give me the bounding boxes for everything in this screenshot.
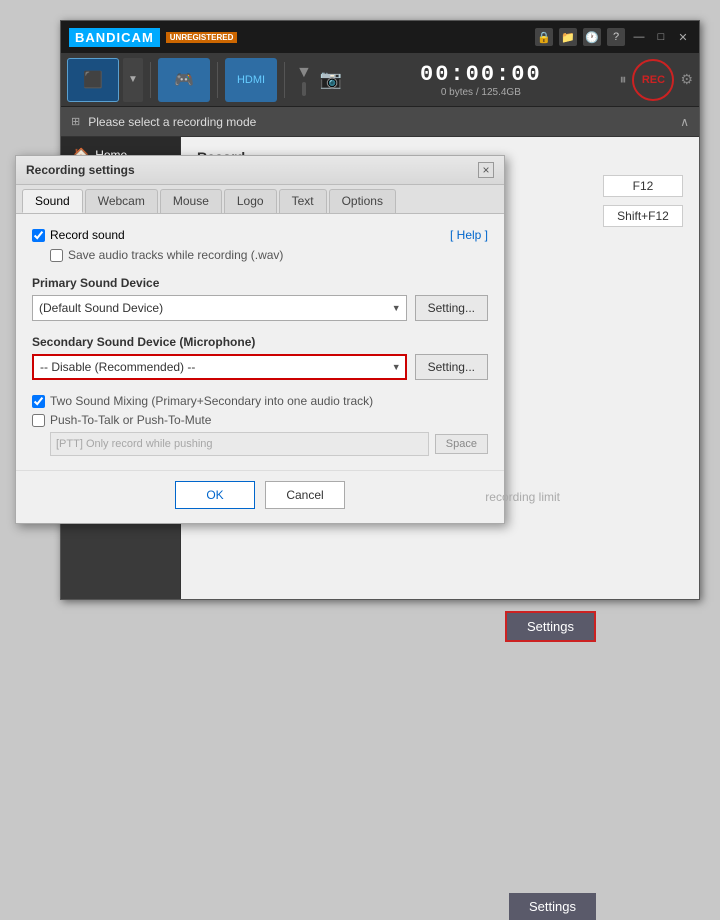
primary-device-select-wrapper: (Default Sound Device) ▼ [32,295,407,321]
secondary-device-select-wrapper: -- Disable (Recommended) -- ▼ [32,354,407,380]
recording-settings-dialog: Recording settings × Sound Webcam Mouse … [15,155,505,524]
tab-options[interactable]: Options [329,189,396,213]
record-sound-label: Record sound [50,228,125,242]
rec-button[interactable]: REC [632,59,674,101]
screen-record-button[interactable]: ⬛ [67,58,119,102]
dialog-body: Record sound [ Help ] Save audio tracks … [16,214,504,470]
grid-icon: ⊞ [71,115,80,128]
primary-device-label: Primary Sound Device [32,276,488,290]
record-sound-left: Record sound [32,228,125,242]
secondary-device-select[interactable]: -- Disable (Recommended) -- [32,354,407,380]
mic-area: ▼ [296,64,312,96]
mode-chevron-icon[interactable]: ∧ [680,115,689,129]
help-link[interactable]: [ Help ] [450,228,488,242]
timer-display: 00:00:00 [346,62,615,87]
hotkey-shift: Shift+F12 [603,205,683,227]
help-icon[interactable]: ? [607,28,625,46]
toolbar: ⬛ ▼ 🎮 HDMI ▼ 📷 00:00:00 0 bytes / 125.4G… [61,53,699,107]
cog-icon[interactable]: ⚙ [680,71,693,88]
mic-icon: ▼ [296,64,312,82]
dialog-title-bar: Recording settings × [16,156,504,185]
lock-icon[interactable]: 🔒 [535,28,553,46]
title-bar: BANDICAM UNREGISTERED 🔒 📁 🕐 ? — □ ✕ [61,21,699,53]
cancel-button[interactable]: Cancel [265,481,345,509]
record-sound-row: Record sound [ Help ] [32,228,488,242]
pause-button[interactable]: ⏸ [619,71,626,88]
timer-area: 00:00:00 0 bytes / 125.4GB [346,62,615,98]
settings-main-button[interactable]: Settings [505,611,596,642]
webcam-area: 📷 [320,69,342,90]
ptt-select[interactable]: [PTT] Only record while pushing [50,432,429,456]
hdmi-icon: HDMI [237,74,265,86]
mode-bar: ⊞ Please select a recording mode ∧ [61,107,699,137]
brand-logo: BANDICAM [69,28,160,47]
tab-text[interactable]: Text [279,189,327,213]
secondary-setting-button[interactable]: Setting... [415,354,488,380]
gamepad-icon: 🎮 [174,70,194,90]
toolbar-divider [150,62,151,98]
clock-icon[interactable]: 🕐 [583,28,601,46]
primary-setting-button[interactable]: Setting... [415,295,488,321]
folder-icon[interactable]: 📁 [559,28,577,46]
screen-dropdown[interactable]: ▼ [123,58,143,102]
dialog-close-button[interactable]: × [478,162,494,178]
mic-level [302,82,306,96]
primary-device-row: (Default Sound Device) ▼ Setting... [32,295,488,321]
ptt-key-box: Space [435,434,488,454]
secondary-device-row: -- Disable (Recommended) -- ▼ Setting... [32,354,488,380]
two-sound-label: Two Sound Mixing (Primary+Secondary into… [50,394,373,408]
save-audio-checkbox[interactable] [50,249,63,262]
dialog-title: Recording settings [26,163,135,177]
toolbar-divider2 [217,62,218,98]
screen-icon: ⬛ [83,70,103,90]
close-button[interactable]: ✕ [675,29,691,45]
game-record-button[interactable]: 🎮 [158,58,210,102]
unregistered-badge: UNREGISTERED [166,32,238,43]
ptt-options-row: [PTT] Only record while pushing Space [50,432,488,456]
two-sound-row: Two Sound Mixing (Primary+Secondary into… [32,394,488,408]
file-size-display: 0 bytes / 125.4GB [346,87,615,98]
push-to-talk-checkbox[interactable] [32,414,45,427]
tab-logo[interactable]: Logo [224,189,277,213]
primary-device-section: Primary Sound Device (Default Sound Devi… [32,276,488,321]
tab-mouse[interactable]: Mouse [160,189,222,213]
mode-text: Please select a recording mode [88,115,256,129]
hotkey-f12: F12 [603,175,683,197]
tab-webcam[interactable]: Webcam [85,189,158,213]
ptt-select-wrapper: [PTT] Only record while pushing [50,432,429,456]
dialog-tabs: Sound Webcam Mouse Logo Text Options [16,185,504,214]
dialog-footer: OK Cancel [16,470,504,523]
secondary-device-label: Secondary Sound Device (Microphone) [32,335,488,349]
primary-device-select[interactable]: (Default Sound Device) [32,295,407,321]
tab-sound[interactable]: Sound [22,189,83,213]
secondary-device-section: Secondary Sound Device (Microphone) -- D… [32,335,488,380]
device-record-button[interactable]: HDMI [225,58,277,102]
recording-limit-text: recording limit [485,490,560,504]
title-bar-icons: 🔒 📁 🕐 ? — □ ✕ [535,28,691,46]
save-audio-label: Save audio tracks while recording (.wav) [68,248,283,262]
two-sound-checkbox[interactable] [32,395,45,408]
minimize-button[interactable]: — [631,29,647,45]
record-sound-checkbox[interactable] [32,229,45,242]
ok-button[interactable]: OK [175,481,255,509]
maximize-button[interactable]: □ [653,29,669,45]
toolbar-divider3 [284,62,285,98]
settings-button-2[interactable]: Settings [509,893,596,920]
rec-controls: ⏸ REC ⚙ [619,59,693,101]
save-audio-row: Save audio tracks while recording (.wav) [50,248,488,262]
push-to-talk-row: Push-To-Talk or Push-To-Mute [32,413,488,427]
webcam-icon: 📷 [320,69,342,90]
push-to-talk-label: Push-To-Talk or Push-To-Mute [50,413,211,427]
